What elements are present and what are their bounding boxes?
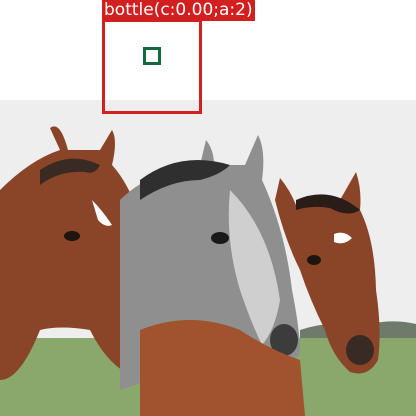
detection-label: bottle(c:0.00;a:2) bbox=[102, 0, 255, 21]
horses-photo bbox=[0, 0, 416, 416]
keypoint-marker bbox=[143, 47, 161, 65]
bounding-box bbox=[102, 19, 202, 114]
annotated-image: bottle(c:0.00;a:2) bbox=[0, 0, 416, 416]
